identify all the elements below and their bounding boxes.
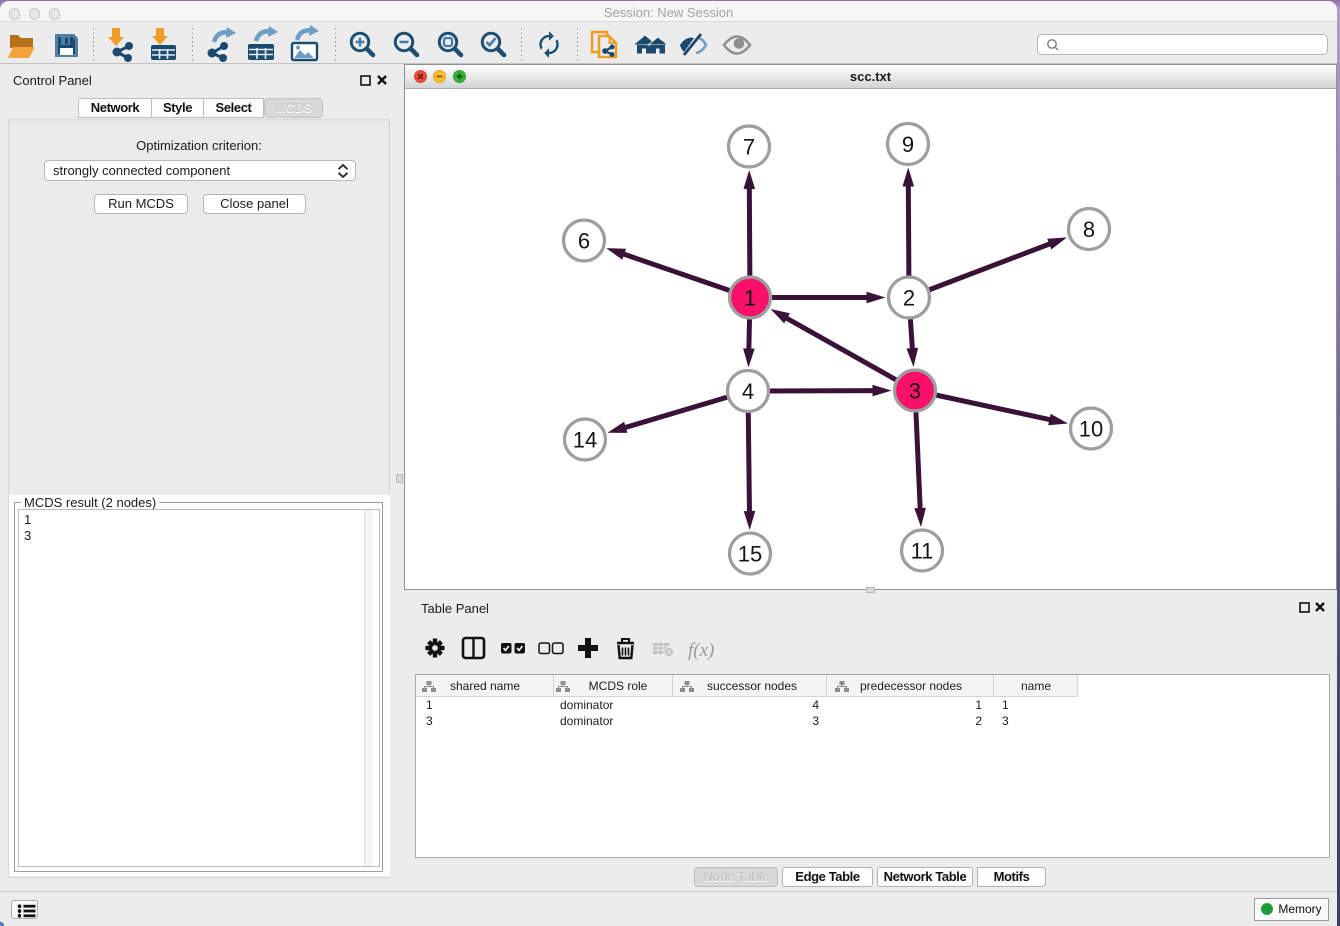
svg-text:2: 2: [903, 286, 915, 311]
svg-text:14: 14: [573, 428, 597, 453]
svg-text:9: 9: [902, 132, 914, 157]
svg-text:15: 15: [738, 542, 762, 567]
svg-text:3: 3: [909, 379, 921, 404]
svg-text:8: 8: [1083, 217, 1095, 242]
svg-text:6: 6: [578, 229, 590, 254]
svg-text:f(x): f(x): [688, 640, 714, 661]
svg-text:7: 7: [743, 135, 755, 160]
svg-text:1: 1: [744, 286, 756, 311]
svg-text:11: 11: [911, 539, 934, 564]
svg-text:10: 10: [1079, 417, 1103, 442]
svg-text:4: 4: [742, 379, 754, 404]
